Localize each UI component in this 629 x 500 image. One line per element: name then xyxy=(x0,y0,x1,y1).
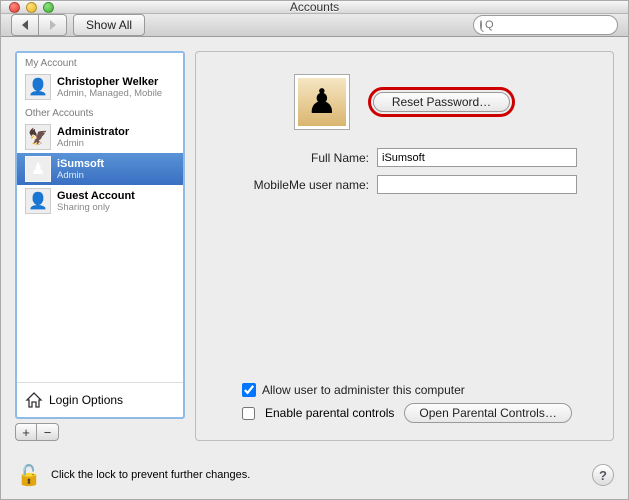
back-button[interactable] xyxy=(11,14,39,36)
reset-password-button[interactable]: Reset Password… xyxy=(373,92,510,112)
lock-text: Click the lock to prevent further change… xyxy=(51,469,250,481)
allow-admin-row: Allow user to administer this computer xyxy=(212,380,597,400)
nav-buttons xyxy=(11,14,67,36)
login-options[interactable]: Login Options xyxy=(17,382,183,417)
login-options-label: Login Options xyxy=(49,393,123,407)
other-accounts-header: Other Accounts xyxy=(17,103,183,121)
toolbar: Show All xyxy=(1,14,628,37)
account-name: Guest Account xyxy=(57,190,135,202)
add-remove-buttons: + − xyxy=(15,423,185,441)
account-item-administrator[interactable]: 🦅 Administrator Admin xyxy=(17,121,183,153)
show-all-button[interactable]: Show All xyxy=(73,14,145,36)
lock-icon[interactable]: 🔓 xyxy=(15,461,43,489)
account-sub: Admin, Managed, Mobile xyxy=(57,88,162,99)
parental-controls-row: Enable parental controls Open Parental C… xyxy=(212,400,597,426)
my-account-header: My Account xyxy=(17,53,183,71)
account-name: Christopher Welker xyxy=(57,76,162,88)
account-name: Administrator xyxy=(57,126,129,138)
mobileme-input[interactable] xyxy=(377,175,577,194)
account-avatar[interactable]: ♟ xyxy=(294,74,350,130)
content: My Account 👤 Christopher Welker Admin, M… xyxy=(1,37,628,455)
full-name-label: Full Name: xyxy=(219,151,369,165)
titlebar: Accounts xyxy=(1,1,628,14)
accounts-window: Accounts Show All My Account 👤 Christo xyxy=(0,0,629,500)
chess-icon: ♟ xyxy=(25,156,51,182)
account-sub: Admin xyxy=(57,138,129,149)
sidebar-wrap: My Account 👤 Christopher Welker Admin, M… xyxy=(15,51,185,441)
user-icon: 👤 xyxy=(25,74,51,100)
reset-highlight: Reset Password… xyxy=(368,87,515,117)
window-title: Accounts xyxy=(1,0,628,14)
mobileme-row: MobileMe user name: xyxy=(212,175,597,194)
full-name-row: Full Name: xyxy=(212,148,597,167)
account-sub: Admin xyxy=(57,170,104,181)
parental-checkbox[interactable] xyxy=(242,407,255,420)
add-button[interactable]: + xyxy=(15,423,37,441)
home-icon xyxy=(25,391,43,409)
help-button[interactable]: ? xyxy=(592,464,614,486)
search-field[interactable] xyxy=(473,15,618,35)
account-detail-panel: ♟ Reset Password… Full Name: MobileMe us… xyxy=(195,51,614,441)
account-sub: Sharing only xyxy=(57,202,135,213)
forward-button[interactable] xyxy=(39,14,67,36)
account-item-isumsoft[interactable]: ♟ iSumsoft Admin xyxy=(17,153,183,185)
parental-label: Enable parental controls xyxy=(265,406,394,420)
open-parental-button[interactable]: Open Parental Controls… xyxy=(404,403,571,423)
account-name: iSumsoft xyxy=(57,158,104,170)
allow-admin-checkbox[interactable] xyxy=(242,383,256,397)
user-icon: 👤 xyxy=(25,188,51,214)
remove-button[interactable]: − xyxy=(37,423,59,441)
full-name-input[interactable] xyxy=(377,148,577,167)
avatar-row: ♟ Reset Password… xyxy=(212,74,597,130)
accounts-sidebar: My Account 👤 Christopher Welker Admin, M… xyxy=(15,51,185,419)
account-item-guest[interactable]: 👤 Guest Account Sharing only xyxy=(17,185,183,217)
search-input[interactable] xyxy=(485,19,627,31)
search-icon xyxy=(480,20,482,30)
footer: 🔓 Click the lock to prevent further chan… xyxy=(1,455,628,499)
allow-admin-label: Allow user to administer this computer xyxy=(262,383,465,397)
account-item-christopher[interactable]: 👤 Christopher Welker Admin, Managed, Mob… xyxy=(17,71,183,103)
eagle-icon: 🦅 xyxy=(25,124,51,150)
mobileme-label: MobileMe user name: xyxy=(219,178,369,192)
